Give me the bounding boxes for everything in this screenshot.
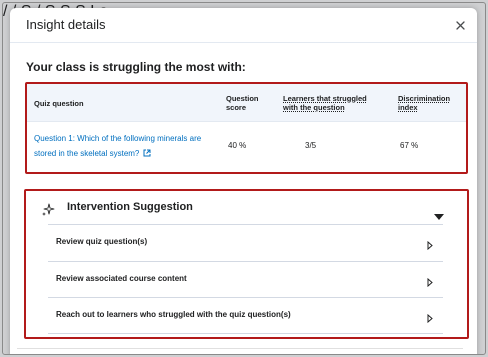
- dialog-title: Insight details: [26, 17, 106, 32]
- screenshot-frame: / / S / S S S La Insight details Your cl…: [2, 2, 486, 355]
- background-ghost-text: /: [3, 3, 8, 20]
- highlight-box-intervention: [24, 189, 469, 339]
- close-icon[interactable]: [453, 18, 467, 32]
- insight-details-dialog: Insight details Your class is struggling…: [10, 8, 477, 354]
- struggling-heading: Your class is struggling the most with:: [26, 60, 246, 74]
- highlight-box-table: [25, 82, 468, 174]
- title-divider: [10, 42, 477, 43]
- dialog-bottom-divider: [17, 348, 463, 349]
